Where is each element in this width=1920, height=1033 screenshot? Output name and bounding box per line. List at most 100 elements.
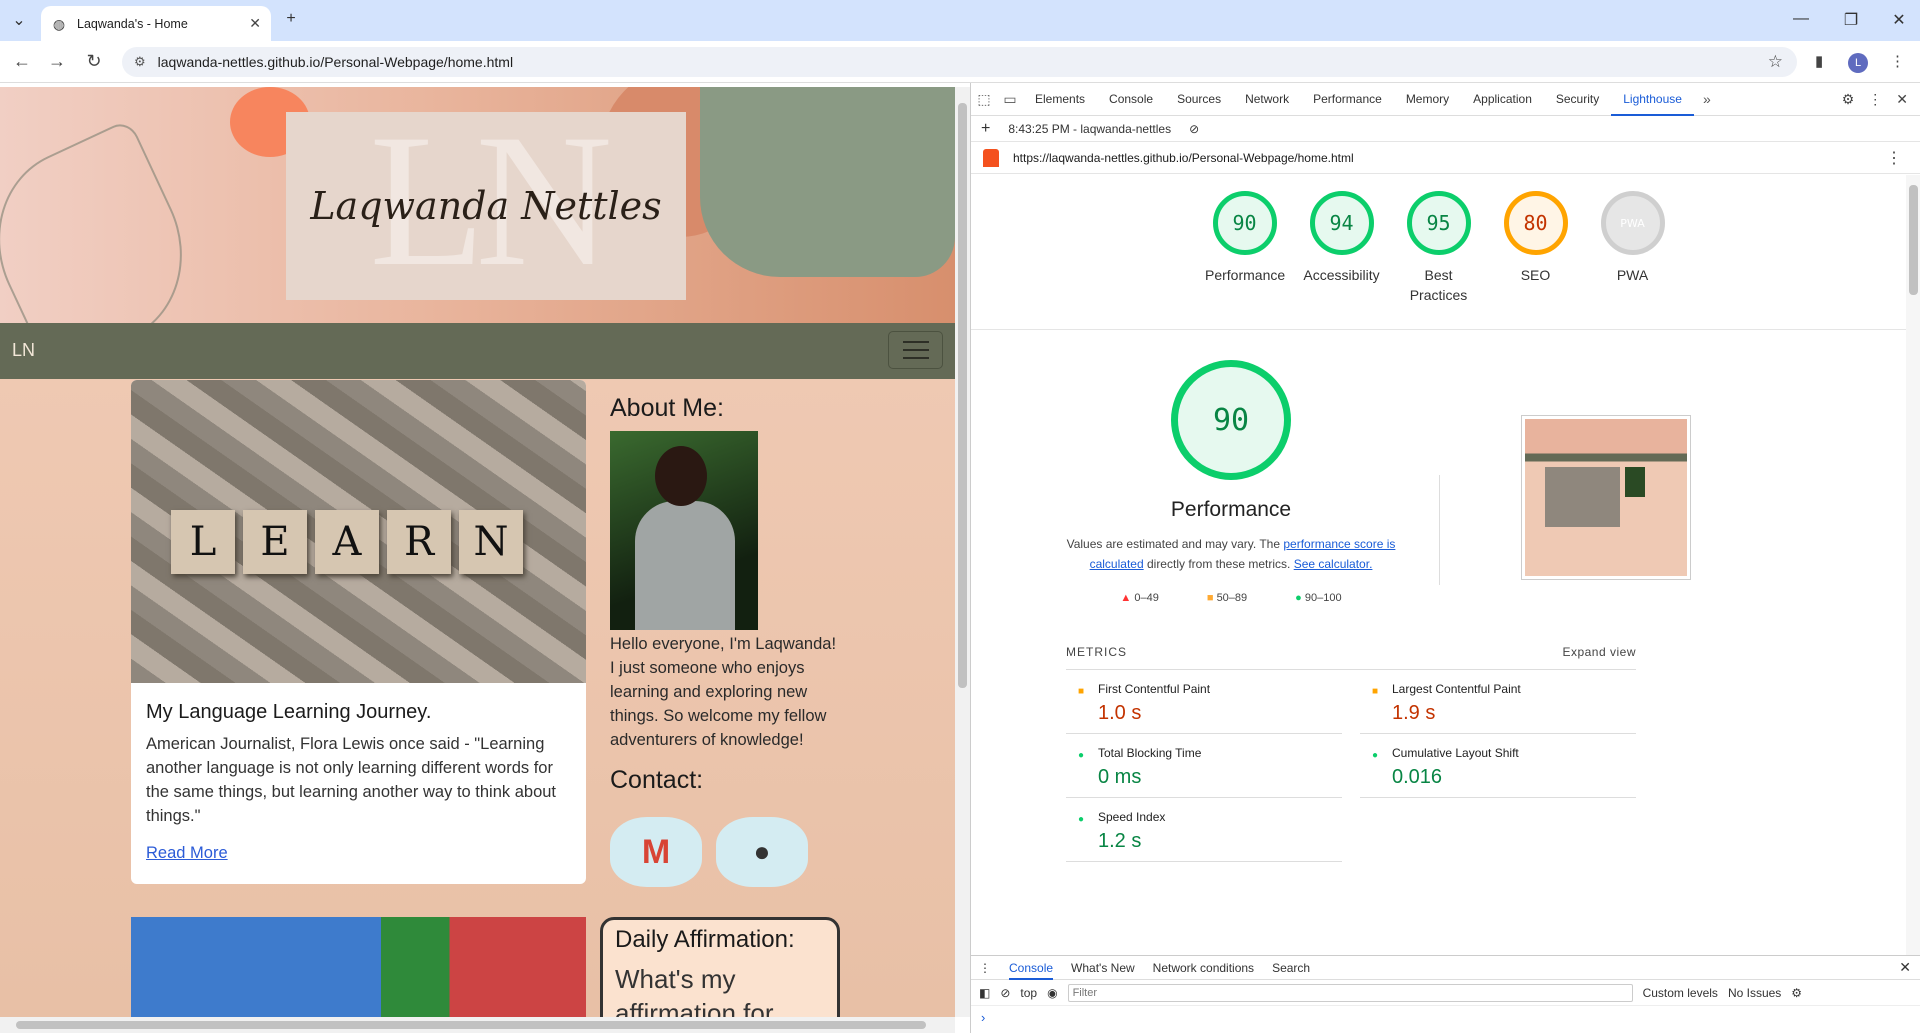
sidebar-toggle-icon[interactable]: ◧ [979, 986, 990, 1000]
performance-title: Performance [1170, 498, 1292, 521]
devtools-menu-icon[interactable]: ⋮ [1868, 91, 1882, 108]
issues-counter[interactable]: No Issues [1728, 986, 1781, 1000]
tab-search-icon[interactable]: ⌄ [8, 10, 30, 30]
address-toolbar: ← → ↻ ⚙ laqwanda-nettles.github.io/Perso… [0, 41, 1920, 83]
leaf-illustration [0, 118, 214, 323]
score-ring: 90 [1212, 191, 1277, 255]
tab-lighthouse[interactable]: Lighthouse [1611, 83, 1694, 116]
average-square-icon: ■ [1078, 686, 1085, 697]
inspect-element-icon[interactable]: ⬚ [971, 91, 997, 108]
metrics-section: METRICS Expand view ■ First Contentful P… [1066, 645, 1636, 862]
site-info-icon[interactable]: ⚙ [134, 54, 146, 70]
page-horizontal-scrollbar[interactable] [0, 1017, 955, 1033]
report-selector[interactable]: 8:43:25 PM - laqwanda-nettles [1008, 122, 1171, 136]
gauge-label: Best Practices [1409, 267, 1468, 303]
tab-performance[interactable]: Performance [1301, 83, 1394, 116]
metric-cls: ● Cumulative Layout Shift 0.016 [1360, 734, 1636, 798]
daily-affirmation-card: Daily Affirmation: What's my affirmation… [600, 917, 840, 1017]
about-section: About Me: Hello everyone, I'm Laqwanda! … [610, 380, 840, 887]
gauge-best-practices[interactable]: 95 Best Practices [1399, 191, 1478, 329]
clear-reports-icon[interactable]: ⊘ [1189, 122, 1199, 136]
gauge-accessibility[interactable]: 94 Accessibility [1302, 191, 1381, 329]
gauge-seo[interactable]: 80 SEO [1496, 191, 1575, 329]
url-text: laqwanda-nettles.github.io/Personal-Webp… [157, 54, 514, 70]
settings-gear-icon[interactable]: ⚙ [1842, 91, 1855, 108]
globe-icon: ◍ [52, 15, 66, 32]
performance-description: Values are estimated and may vary. The p… [1066, 537, 1396, 571]
devtools-panel: ⬚ ▭ Elements Console Sources Network Per… [970, 83, 1920, 1033]
navbar-brand[interactable]: LN [12, 340, 35, 361]
device-toolbar-icon[interactable]: ▭ [997, 91, 1023, 108]
minimize-icon[interactable]: — [1790, 10, 1812, 28]
gauge-pwa[interactable]: PWA PWA [1593, 191, 1672, 329]
expand-view-toggle[interactable]: Expand view [1562, 645, 1636, 659]
tab-strip: ⌄ ◍ Laqwanda's - Home ✕ + — ❐ ✕ [0, 0, 1920, 41]
new-tab-icon[interactable]: + [280, 10, 302, 28]
drawer-tab-network-conditions[interactable]: Network conditions [1153, 961, 1254, 975]
page-vertical-scrollbar[interactable] [955, 87, 970, 1017]
console-prompt-icon[interactable]: › [971, 1006, 1920, 1025]
console-drawer: ⋮ Console What's New Network conditions … [971, 955, 1920, 1033]
site-navbar: LN [0, 323, 955, 379]
about-heading: About Me: [610, 394, 724, 422]
calculator-link[interactable]: See calculator. [1294, 557, 1373, 571]
browser-tab[interactable]: ◍ Laqwanda's - Home ✕ [41, 6, 271, 41]
divider [1439, 475, 1440, 585]
tab-sources[interactable]: Sources [1165, 83, 1233, 116]
menu-icon[interactable]: ⋮ [1890, 52, 1905, 70]
report-menu-icon[interactable]: ⋮ [1886, 148, 1902, 168]
tab-elements[interactable]: Elements [1023, 83, 1097, 116]
final-screenshot-thumbnail[interactable] [1521, 415, 1691, 580]
tile-letter: L [171, 510, 235, 574]
close-devtools-icon[interactable]: ✕ [1896, 91, 1908, 108]
gauge-label: Performance [1205, 267, 1286, 283]
side-panel-icon[interactable]: ▮ [1815, 52, 1823, 70]
history-collage-image [131, 917, 586, 1017]
language-journey-card: L E A R N My Language Learning Journey. … [131, 380, 586, 884]
avatar[interactable]: L [1848, 53, 1868, 73]
drawer-tab-search[interactable]: Search [1272, 961, 1310, 975]
report-scrollbar[interactable] [1906, 175, 1920, 965]
devtools-tabbar: ⬚ ▭ Elements Console Sources Network Per… [971, 83, 1920, 116]
live-expression-eye-icon[interactable]: ◉ [1047, 986, 1057, 1000]
drawer-menu-icon[interactable]: ⋮ [979, 961, 991, 975]
back-icon[interactable]: ← [10, 51, 34, 72]
console-filter-input[interactable]: Filter [1067, 983, 1633, 1002]
score-ring: 95 [1406, 191, 1471, 255]
tab-memory[interactable]: Memory [1394, 83, 1461, 116]
console-settings-icon[interactable]: ⚙ [1791, 986, 1802, 1000]
context-selector[interactable]: top [1020, 986, 1037, 1000]
reload-icon[interactable]: ↻ [82, 51, 106, 72]
tab-console[interactable]: Console [1097, 83, 1165, 116]
restore-icon[interactable]: ❐ [1840, 10, 1862, 30]
gauge-performance[interactable]: 90 Performance [1205, 191, 1286, 329]
score-ring: 94 [1309, 191, 1374, 255]
report-url-bar: https://laqwanda-nettles.github.io/Perso… [971, 142, 1920, 174]
profile-photo [610, 431, 758, 630]
more-tabs-icon[interactable]: » [1694, 91, 1720, 107]
log-levels-dropdown[interactable]: Custom levels [1643, 986, 1718, 1000]
close-drawer-icon[interactable]: ✕ [1899, 959, 1911, 976]
drawer-tab-console[interactable]: Console [1009, 956, 1054, 980]
tab-network[interactable]: Network [1233, 83, 1301, 116]
tab-application[interactable]: Application [1461, 83, 1544, 116]
tab-security[interactable]: Security [1544, 83, 1611, 116]
hamburger-menu-button[interactable] [888, 331, 943, 369]
metric-speed-index: ● Speed Index 1.2 s [1066, 798, 1342, 862]
close-window-icon[interactable]: ✕ [1888, 10, 1910, 30]
read-more-link[interactable]: Read More [146, 844, 571, 863]
gmail-icon[interactable]: M [610, 817, 702, 887]
forward-icon[interactable]: → [45, 51, 69, 72]
url-bar[interactable]: ⚙ laqwanda-nettles.github.io/Personal-We… [122, 47, 1797, 77]
site-logo: LN Laqwanda Nettles [286, 96, 686, 306]
metrics-heading: METRICS [1066, 645, 1127, 659]
bookmark-star-icon[interactable]: ☆ [1768, 52, 1783, 72]
clear-console-icon[interactable]: ⊘ [1000, 986, 1010, 1000]
pass-circle-icon: ● [1295, 592, 1302, 604]
github-icon[interactable]: ● [716, 817, 808, 887]
lighthouse-icon [983, 148, 999, 167]
close-tab-icon[interactable]: ✕ [249, 15, 261, 32]
logo-name: Laqwanda Nettles [310, 184, 662, 228]
new-report-icon[interactable]: + [981, 120, 990, 138]
drawer-tab-whats-new[interactable]: What's New [1071, 961, 1135, 975]
